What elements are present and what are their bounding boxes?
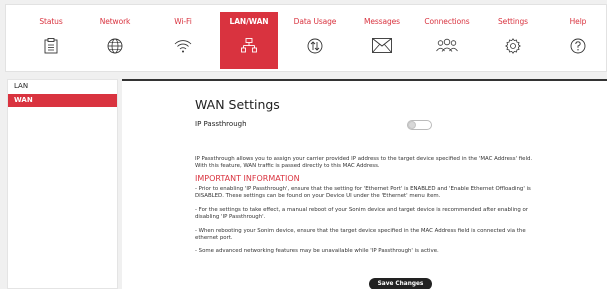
- wifi-icon: [174, 38, 192, 54]
- tab-network-label: Network: [99, 17, 131, 26]
- info-bullet: - Some advanced networking features may …: [195, 248, 439, 254]
- tab-connections[interactable]: Connections: [418, 12, 476, 69]
- globe-icon: [107, 38, 123, 54]
- question-icon: [570, 38, 586, 54]
- tab-lan-wan[interactable]: LAN/WAN: [220, 12, 278, 69]
- tab-help[interactable]: Help: [549, 12, 607, 69]
- network-tree-icon: [241, 38, 257, 54]
- info-bullet: - For the settings to take effect, a man…: [195, 207, 529, 220]
- data-usage-icon: [307, 38, 323, 54]
- info-bullet: - When rebooting your Sonim device, ensu…: [195, 228, 526, 241]
- tab-settings[interactable]: Settings: [484, 12, 542, 69]
- tab-messages[interactable]: Messages: [353, 12, 411, 69]
- page-title: WAN Settings: [195, 97, 280, 112]
- info-bullet: - Prior to enabling 'IP Passthrough', en…: [195, 186, 531, 199]
- main-panel: WAN Settings IP Passthrough IP Passthrou…: [122, 79, 607, 289]
- users-icon: [436, 38, 458, 52]
- save-changes-button[interactable]: Save Changes: [369, 278, 432, 289]
- tab-status-label: Status: [39, 17, 63, 26]
- tab-status[interactable]: Status: [22, 12, 80, 69]
- tab-settings-label: Settings: [498, 17, 528, 26]
- sidebar-item-wan[interactable]: WAN: [8, 94, 117, 107]
- tab-help-label: Help: [569, 17, 587, 26]
- important-heading: IMPORTANT INFORMATION: [195, 174, 300, 183]
- top-navigation: Status Network Wi-Fi LAN/WAN Data Usage …: [5, 4, 607, 72]
- ip-passthrough-toggle[interactable]: [407, 120, 432, 130]
- gear-icon: [505, 38, 521, 54]
- tab-data-usage-label: Data Usage: [293, 17, 337, 26]
- tab-wifi-label: Wi-Fi: [174, 17, 192, 26]
- sidebar: LAN WAN: [7, 79, 118, 289]
- tab-connections-label: Connections: [424, 17, 470, 26]
- ip-passthrough-label: IP Passthrough: [195, 120, 247, 128]
- tab-messages-label: Messages: [364, 17, 400, 26]
- tab-lan-wan-label: LAN/WAN: [229, 17, 269, 26]
- ip-passthrough-description: IP Passthrough allows you to assign your…: [195, 156, 533, 169]
- sidebar-item-lan[interactable]: LAN: [8, 80, 117, 93]
- envelope-icon: [372, 38, 392, 53]
- tab-wifi[interactable]: Wi-Fi: [154, 12, 212, 69]
- tab-data-usage[interactable]: Data Usage: [286, 12, 344, 69]
- toggle-knob: [408, 121, 416, 129]
- clipboard-icon: [44, 38, 58, 54]
- tab-network[interactable]: Network: [86, 12, 144, 69]
